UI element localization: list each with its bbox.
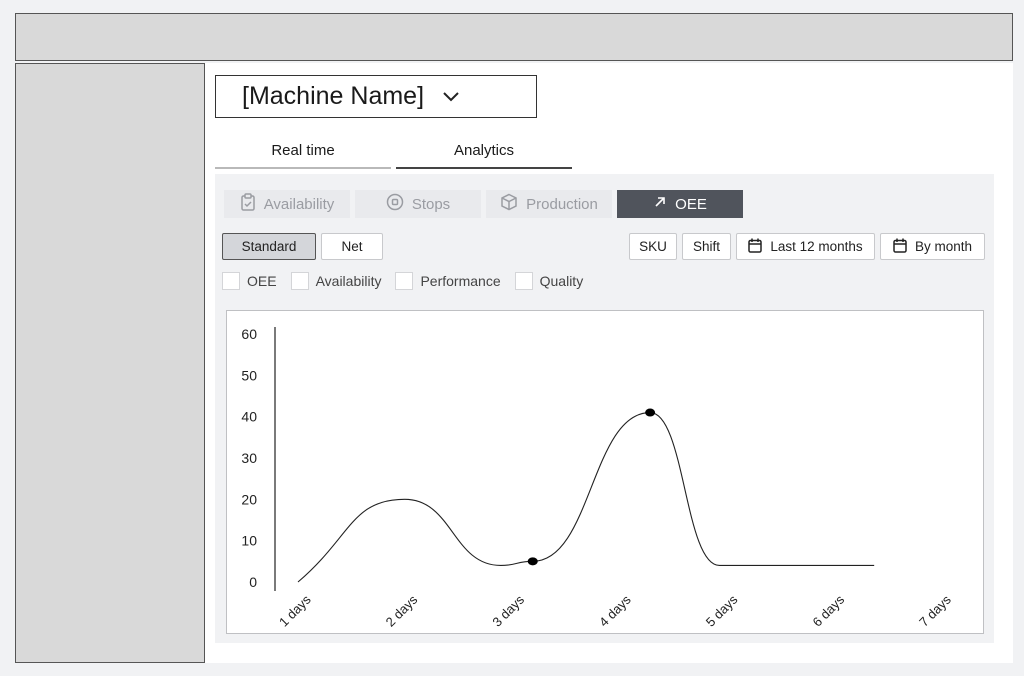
checkbox-label: Availability: [315, 273, 382, 289]
metric-tabs: Availability Stops Production OEE: [224, 190, 748, 218]
arrow-up-right-icon: [653, 195, 675, 213]
x-tick-label: 1 days: [276, 592, 314, 630]
standard-button[interactable]: Standard: [222, 233, 316, 260]
checkbox-box[interactable]: [222, 272, 240, 290]
analytics-panel: Availability Stops Production OEE Standa…: [215, 174, 994, 643]
calendar-icon: [748, 238, 770, 256]
x-tick-label: 2 days: [383, 592, 421, 630]
checkbox-label: Quality: [539, 273, 584, 289]
grouping-filter-button[interactable]: By month: [880, 233, 985, 260]
y-tick-label: 50: [241, 367, 257, 383]
shift-filter-button[interactable]: Shift: [682, 233, 731, 260]
metric-tab-label: Production: [526, 195, 598, 213]
y-tick-label: 30: [241, 450, 257, 466]
stop-circle-icon: [386, 193, 412, 215]
top-bar-placeholder: [15, 13, 1013, 61]
y-tick-label: 60: [241, 326, 257, 342]
checkbox-box[interactable]: [290, 272, 309, 290]
tab-real-time[interactable]: Real time: [215, 139, 391, 169]
metric-tab-production[interactable]: Production: [486, 190, 612, 218]
metric-tab-stops[interactable]: Stops: [355, 190, 481, 218]
checkbox-box[interactable]: [395, 272, 414, 290]
oee-line-chart: 0 10 20 30 40 50 60 1 days 2 days 3 days 4 days 5 d…: [241, 326, 954, 630]
x-tick-label: 7 days: [916, 592, 954, 630]
period-filter-button[interactable]: Last 12 months: [736, 233, 875, 260]
view-tabs: Real time Analytics: [215, 139, 577, 169]
x-tick-label: 5 days: [703, 592, 741, 630]
checkbox-oee[interactable]: OEE: [222, 272, 277, 290]
oee-chart: 0 10 20 30 40 50 60 1 days 2 days 3 days 4 days 5 d…: [226, 310, 984, 634]
x-tick-label: 4 days: [596, 592, 634, 630]
period-filter-label: Last 12 months: [770, 239, 863, 254]
checkbox-availability[interactable]: Availability: [290, 272, 382, 290]
machine-select-value: [Machine Name]: [242, 82, 425, 110]
machine-select-dropdown[interactable]: [Machine Name]: [215, 75, 537, 118]
checkbox-label: Performance: [420, 273, 501, 289]
y-tick-label: 0: [249, 574, 257, 590]
checkbox-box[interactable]: [514, 272, 533, 290]
x-tick-label: 3 days: [489, 592, 527, 630]
metric-tab-availability[interactable]: Availability: [224, 190, 350, 218]
x-tick-label: 6 days: [809, 592, 847, 630]
checkbox-performance[interactable]: Performance: [395, 272, 501, 290]
box-icon: [500, 193, 526, 215]
y-tick-label: 20: [241, 491, 257, 507]
checkbox-label: OEE: [247, 273, 277, 289]
clipboard-check-icon: [240, 193, 264, 215]
data-point-marker: [645, 408, 656, 417]
series-line: [297, 411, 875, 583]
net-button[interactable]: Net: [321, 233, 383, 260]
grouping-filter-label: By month: [914, 239, 973, 254]
main-content: [Machine Name] Real time Analytics Avail…: [205, 63, 1013, 663]
checkbox-quality[interactable]: Quality: [514, 272, 584, 290]
y-tick-label: 10: [241, 533, 257, 549]
metric-checkboxes: OEE Availability Performance Quality: [222, 272, 597, 290]
data-point-marker: [527, 557, 538, 566]
chevron-down-icon: [442, 87, 462, 107]
metric-tab-label: Stops: [411, 195, 451, 213]
sku-filter-button[interactable]: SKU: [629, 233, 677, 260]
tab-analytics[interactable]: Analytics: [396, 139, 572, 169]
y-tick-label: 40: [241, 409, 257, 425]
metric-tab-label: Availability: [263, 195, 335, 213]
metric-tab-label: OEE: [675, 195, 707, 213]
sidebar-placeholder: [15, 63, 205, 663]
metric-tab-oee[interactable]: OEE: [617, 190, 743, 218]
calendar-icon: [893, 238, 915, 256]
